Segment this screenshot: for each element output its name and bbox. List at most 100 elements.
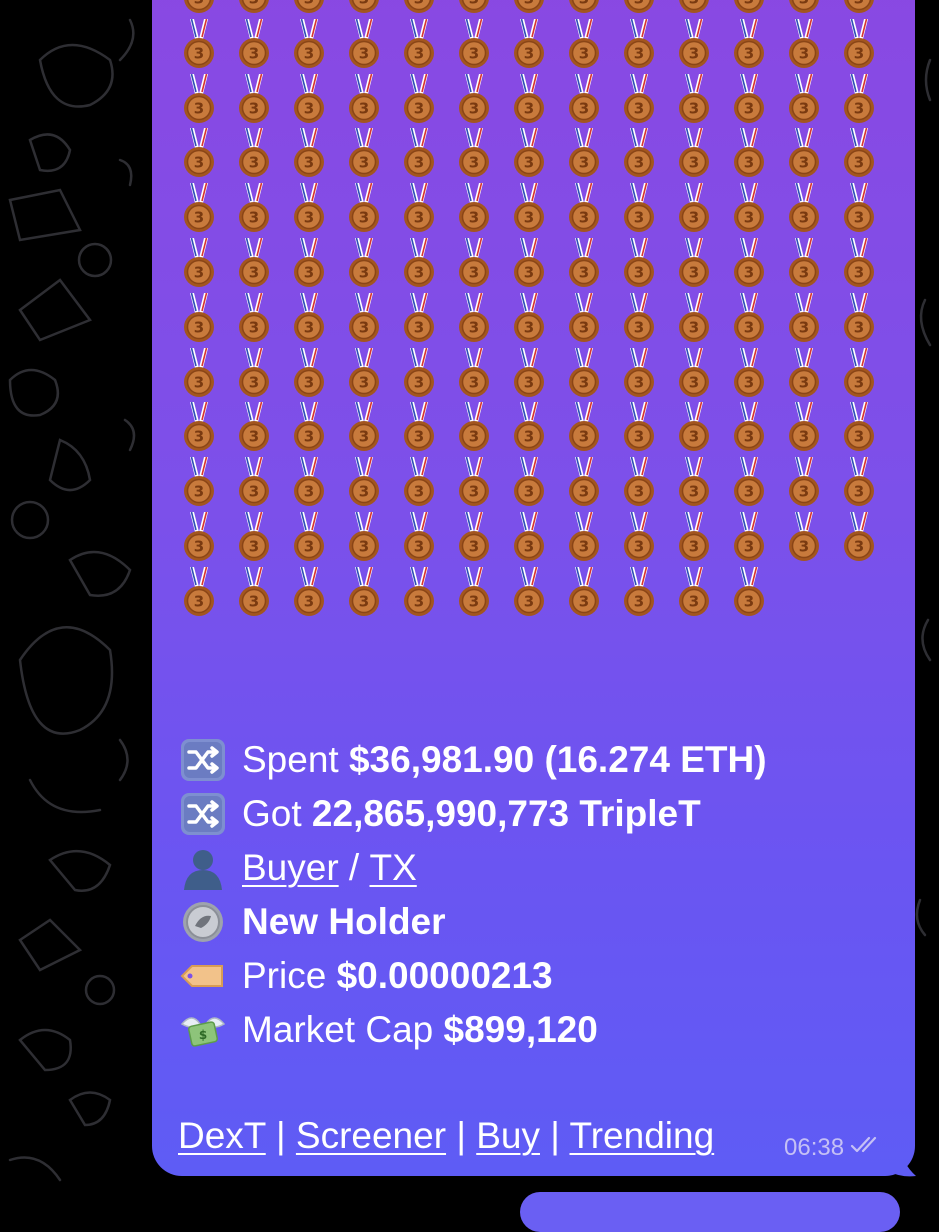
svg-text:3: 3 <box>249 538 259 556</box>
svg-text:3: 3 <box>854 264 864 282</box>
svg-text:3: 3 <box>634 99 644 117</box>
buyer-tx-line: Buyer / TX <box>178 844 417 892</box>
bronze-medal-icon: 3 <box>347 566 381 645</box>
svg-text:3: 3 <box>414 373 424 391</box>
svg-text:3: 3 <box>744 99 754 117</box>
bronze-medal-icon: 3 <box>842 511 876 590</box>
svg-text:3: 3 <box>414 264 424 282</box>
market-cap-label: Market Cap <box>242 1009 444 1050</box>
svg-text:3: 3 <box>194 318 204 336</box>
svg-text:3: 3 <box>689 209 699 227</box>
svg-text:3: 3 <box>854 373 864 391</box>
svg-text:3: 3 <box>249 264 259 282</box>
svg-text:3: 3 <box>359 99 369 117</box>
svg-text:3: 3 <box>194 428 204 446</box>
svg-text:3: 3 <box>579 209 589 227</box>
price-line: Price $0.00000213 <box>178 952 553 1000</box>
price-label: Price <box>242 955 337 996</box>
svg-text:3: 3 <box>744 483 754 501</box>
svg-text:3: 3 <box>524 373 534 391</box>
svg-text:3: 3 <box>359 538 369 556</box>
svg-text:3: 3 <box>634 154 644 172</box>
trending-link[interactable]: Trending <box>570 1115 715 1156</box>
svg-text:3: 3 <box>469 483 479 501</box>
svg-text:3: 3 <box>799 264 809 282</box>
price-value: $0.00000213 <box>336 955 553 996</box>
svg-text:3: 3 <box>414 318 424 336</box>
svg-text:3: 3 <box>304 318 314 336</box>
got-value: 22,865,990,773 TripleT <box>311 793 701 834</box>
bronze-medal-icon: 3 <box>402 566 436 645</box>
svg-text:3: 3 <box>579 318 589 336</box>
dext-link[interactable]: DexT <box>178 1115 266 1156</box>
price-tag-icon <box>178 954 228 998</box>
shuffle-icon <box>178 738 228 782</box>
svg-text:3: 3 <box>194 99 204 117</box>
bronze-medal-icon: 3 <box>567 566 601 645</box>
svg-text:3: 3 <box>304 592 314 610</box>
message-time: 06:38 <box>784 1134 845 1161</box>
svg-text:3: 3 <box>854 428 864 446</box>
svg-text:3: 3 <box>854 0 864 8</box>
buyer-link[interactable]: Buyer <box>242 847 339 889</box>
svg-text:3: 3 <box>249 209 259 227</box>
tx-link[interactable]: TX <box>370 847 417 889</box>
svg-text:3: 3 <box>194 0 204 8</box>
svg-text:3: 3 <box>579 154 589 172</box>
svg-text:3: 3 <box>359 44 369 62</box>
svg-text:3: 3 <box>634 0 644 8</box>
svg-text:3: 3 <box>359 483 369 501</box>
new-holder-line: New Holder <box>178 898 446 946</box>
svg-text:3: 3 <box>359 154 369 172</box>
svg-text:3: 3 <box>414 592 424 610</box>
svg-text:3: 3 <box>579 428 589 446</box>
message-bubble[interactable]: 3 3 3 3 3 3 3 3 3 3 3 3 3 3 3 3 3 3 3 3 3 3 3 3 3 3 3 3 3 3 3 3 3 3 3 3 3 3 3 3… <box>152 0 915 1176</box>
svg-text:3: 3 <box>689 373 699 391</box>
svg-text:3: 3 <box>579 44 589 62</box>
svg-text:3: 3 <box>469 0 479 8</box>
bronze-medal-icon: 3 <box>237 566 271 645</box>
svg-text:3: 3 <box>689 99 699 117</box>
spent-value: $36,981.90 (16.274 ETH) <box>348 739 767 780</box>
svg-text:3: 3 <box>854 99 864 117</box>
svg-text:3: 3 <box>634 264 644 282</box>
svg-text:3: 3 <box>359 0 369 8</box>
svg-text:3: 3 <box>304 483 314 501</box>
svg-text:3: 3 <box>524 318 534 336</box>
svg-text:3: 3 <box>634 44 644 62</box>
svg-text:3: 3 <box>304 538 314 556</box>
svg-text:3: 3 <box>799 0 809 8</box>
svg-text:3: 3 <box>854 483 864 501</box>
svg-text:3: 3 <box>524 264 534 282</box>
svg-text:3: 3 <box>744 264 754 282</box>
svg-text:3: 3 <box>524 99 534 117</box>
svg-text:3: 3 <box>414 428 424 446</box>
bronze-medal-icon: 3 <box>677 566 711 645</box>
market-cap-value: $899,120 <box>443 1009 598 1050</box>
got-label: Got <box>242 793 312 834</box>
svg-text:3: 3 <box>469 44 479 62</box>
svg-text:3: 3 <box>799 44 809 62</box>
svg-text:3: 3 <box>744 209 754 227</box>
got-line: Got 22,865,990,773 TripleT <box>178 790 701 838</box>
svg-text:3: 3 <box>799 318 809 336</box>
svg-text:3: 3 <box>249 99 259 117</box>
svg-text:3: 3 <box>634 209 644 227</box>
svg-text:3: 3 <box>304 0 314 8</box>
buy-link[interactable]: Buy <box>476 1115 540 1156</box>
svg-text:3: 3 <box>414 154 424 172</box>
svg-text:3: 3 <box>469 373 479 391</box>
svg-text:3: 3 <box>799 483 809 501</box>
svg-text:3: 3 <box>854 44 864 62</box>
svg-text:3: 3 <box>249 0 259 8</box>
svg-text:3: 3 <box>469 264 479 282</box>
svg-text:3: 3 <box>194 538 204 556</box>
svg-text:3: 3 <box>359 428 369 446</box>
svg-text:3: 3 <box>579 99 589 117</box>
svg-text:$: $ <box>199 1028 207 1042</box>
svg-text:3: 3 <box>524 209 534 227</box>
svg-text:3: 3 <box>249 373 259 391</box>
svg-text:3: 3 <box>249 592 259 610</box>
screener-link[interactable]: Screener <box>296 1115 446 1156</box>
svg-text:3: 3 <box>689 44 699 62</box>
